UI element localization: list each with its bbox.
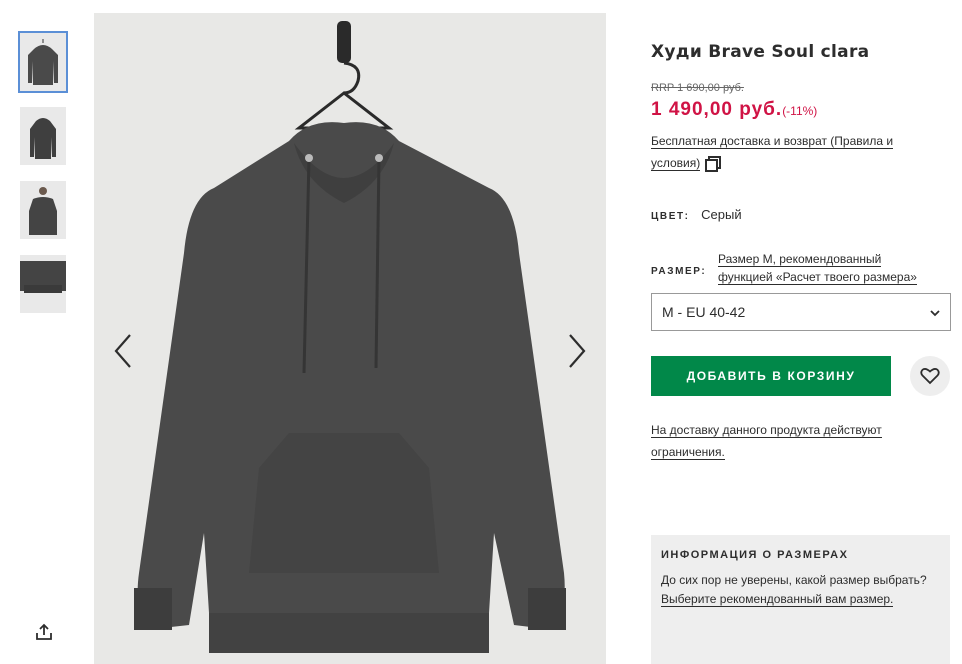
size-recommendation[interactable]: Размер M, рекомендованный функцией «Расч…	[718, 250, 917, 286]
chevron-left-icon	[114, 334, 131, 368]
size-select-value: M - EU 40-42	[662, 304, 746, 320]
add-to-cart-button[interactable]: ДОБАВИТЬ В КОРЗИНУ	[651, 356, 891, 396]
color-value: Серый	[701, 207, 742, 222]
delivery-restriction-link[interactable]: На доставку данного продукта действуют о…	[651, 423, 882, 460]
thumbnail-front[interactable]	[18, 31, 68, 93]
chevron-right-icon	[569, 334, 586, 368]
previous-image-button[interactable]	[110, 331, 136, 371]
price-row: 1 490,00 руб.(-11%)	[651, 99, 817, 121]
wishlist-button[interactable]	[910, 356, 950, 396]
delivery-info: Бесплатная доставка и возврат (Правила и…	[651, 130, 931, 174]
thumbnail-list	[18, 31, 68, 329]
discount-badge: (-11%)	[782, 104, 818, 118]
size-info-box: ИНФОРМАЦИЯ О РАЗМЕРАХ До сих пор не увер…	[651, 535, 950, 664]
share-button[interactable]	[34, 622, 54, 642]
share-icon	[36, 623, 52, 640]
rrp-price: RRP 1 690,00 руб.	[651, 82, 744, 94]
delivery-terms-link[interactable]: Бесплатная доставка и возврат (Правила и…	[651, 134, 894, 171]
delivery-restriction[interactable]: На доставку данного продукта действуют о…	[651, 419, 931, 463]
product-title: Худи Brave Soul clara	[651, 42, 870, 62]
copy-icon[interactable]	[704, 155, 722, 173]
product-image	[94, 13, 606, 664]
size-recommendation-line1: Размер M, рекомендованный	[718, 252, 882, 267]
thumbnail-detail[interactable]	[20, 255, 66, 313]
thumbnail-model[interactable]	[20, 181, 66, 239]
color-row: ЦВЕТ: Серый	[651, 207, 742, 222]
size-info-link[interactable]: Выберите рекомендованный вам размер.	[661, 592, 894, 607]
size-label: РАЗМЕР:	[651, 266, 707, 277]
current-price: 1 490,00 руб.	[651, 99, 783, 120]
chevron-down-icon	[930, 310, 940, 317]
next-image-button[interactable]	[564, 331, 590, 371]
color-label: ЦВЕТ:	[651, 211, 690, 222]
size-info-text: До сих пор не уверены, какой размер выбр…	[661, 573, 927, 587]
heart-icon	[920, 368, 940, 385]
size-recommendation-line2: функцией «Расчет твоего размера»	[718, 270, 917, 285]
size-info-heading: ИНФОРМАЦИЯ О РАЗМЕРАХ	[661, 549, 849, 561]
thumbnail-back[interactable]	[20, 107, 66, 165]
size-select[interactable]: M - EU 40-42	[651, 293, 951, 331]
product-gallery	[94, 13, 606, 664]
